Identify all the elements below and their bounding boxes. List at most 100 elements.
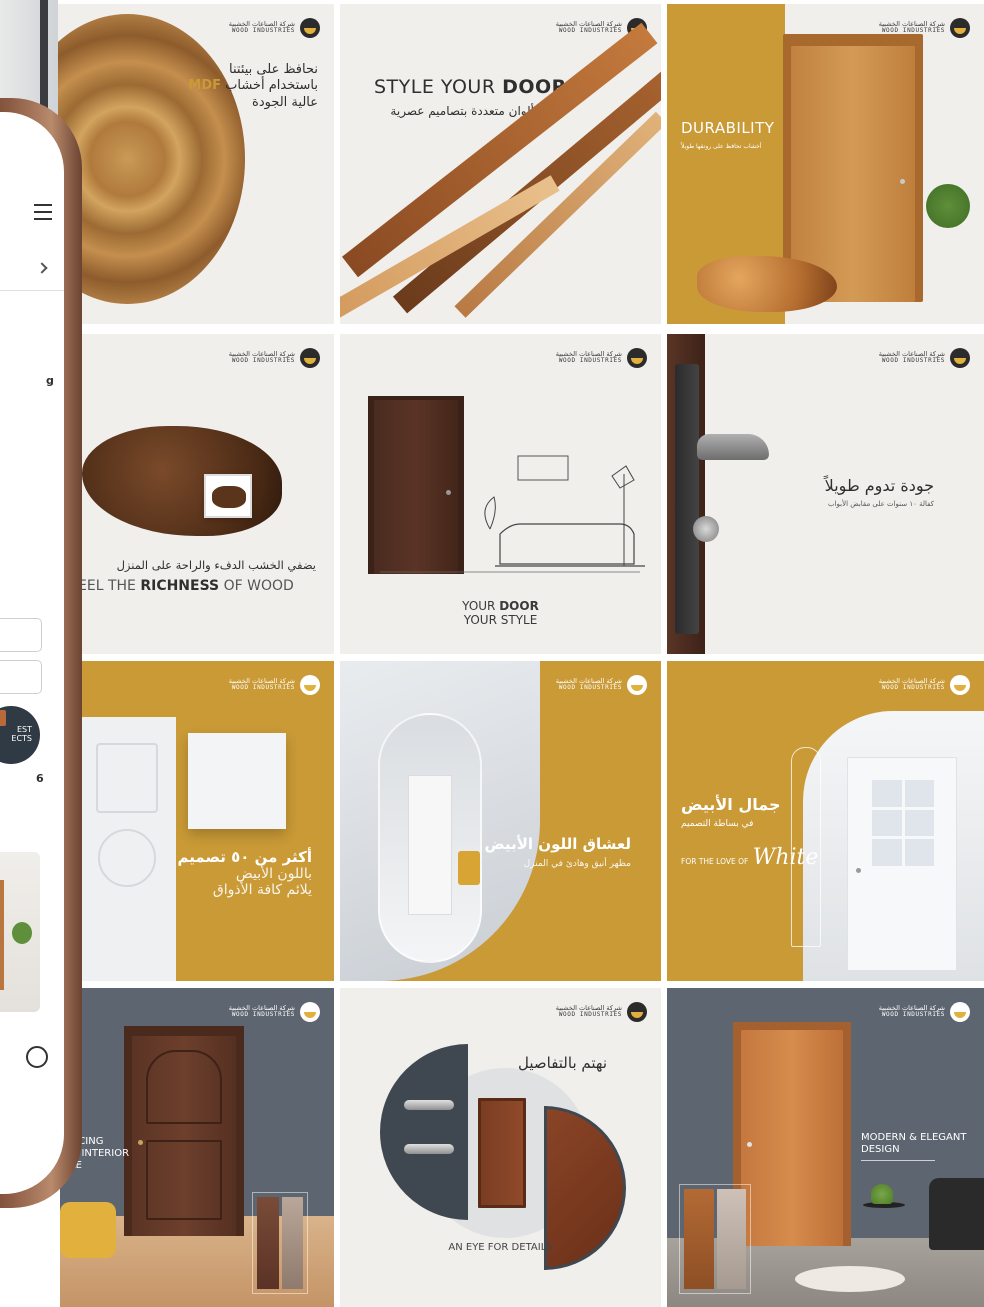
phone-text-fragment: g	[46, 374, 54, 387]
menu-icon[interactable]	[34, 204, 52, 206]
logo-icon	[950, 1002, 970, 1022]
chevron-right-icon[interactable]	[36, 262, 48, 274]
tile-style-your-door[interactable]: شركة الصناعات الخشبية WOOD INDUSTRIES STY…	[340, 4, 661, 324]
white-glass-door	[847, 757, 957, 971]
brand-name-en: WOOD INDUSTRIES	[881, 1011, 945, 1019]
logo-icon	[627, 675, 647, 695]
tile-long-lasting-quality[interactable]: شركة الصناعات الخشبية WOOD INDUSTRIES جود…	[667, 334, 984, 654]
brand-name-en: WOOD INDUSTRIES	[881, 357, 945, 365]
menu-icon[interactable]	[34, 211, 52, 213]
veneer-strip-1	[341, 22, 658, 278]
tile-wood-slice[interactable]: شركة الصناعات الخشبية WOOD INDUSTRIES نحا…	[40, 4, 334, 324]
brand-logo: شركة الصناعات الخشبية WOOD INDUSTRIES	[879, 1002, 970, 1022]
door-lever-icon	[404, 1100, 454, 1110]
half-circle-left	[380, 1044, 468, 1220]
logo-icon	[300, 675, 320, 695]
brand-name-en: WOOD INDUSTRIES	[558, 684, 622, 692]
brand-name-en: WOOD INDUSTRIES	[881, 684, 945, 692]
tile11-heading: نهتم بالتفاصيل	[518, 1054, 607, 1072]
logo-icon	[300, 1002, 320, 1022]
tile9-heading: جمال الأبيض	[681, 795, 781, 814]
door-lever-icon	[404, 1144, 454, 1154]
tile2-heading: STYLE YOUR DOOR	[374, 76, 567, 98]
tile9-white-script: White	[752, 845, 819, 870]
phone-circle-button[interactable]: EST ECTS	[0, 706, 40, 764]
tile12-caption: MODERN & ELEGANT DESIGN	[861, 1132, 967, 1155]
door-handle-icon	[138, 1140, 143, 1145]
tile7-line2: باللون الأبيض	[235, 866, 312, 883]
phone-circle-accent	[0, 710, 6, 726]
door-lever-icon	[697, 434, 769, 460]
tile9-subheading: في بساطة التصميم	[681, 819, 754, 829]
tile1-line3: عالية الجودة	[252, 94, 318, 110]
phone-text-fragment: 6	[36, 772, 44, 785]
tile4-caption-ar: يضفي الخشب الدفء والراحة على المنزل	[116, 558, 316, 572]
phone-circle-line2: ECTS	[11, 734, 32, 743]
tile1-line2-ar: باستخدام أخشاب	[225, 78, 318, 94]
door-sample-swatch	[188, 733, 286, 829]
tile-richness-of-wood[interactable]: شركة الصناعات الخشبية WOOD INDUSTRIES يضف…	[76, 334, 334, 654]
tile-durability[interactable]: شركة الصناعات الخشبية WOOD INDUSTRIES DUR…	[667, 4, 984, 324]
detail-door	[478, 1098, 526, 1208]
tile-enhancing-interior[interactable]: شركة الصناعات الخشبية WOOD INDUSTRIES ANC…	[60, 988, 334, 1307]
menu-icon[interactable]	[34, 218, 52, 220]
fur-rug-image	[795, 1266, 905, 1292]
plant-pot-image	[871, 1184, 893, 1204]
logo-icon	[300, 348, 320, 368]
tile3-heading: DURABILITY	[681, 119, 775, 137]
tile4-caption-en: EEL THE RICHNESS OF WOOD	[78, 578, 294, 594]
black-chair-image	[929, 1178, 984, 1250]
logo-icon	[950, 18, 970, 38]
tile9-love-of-white: FOR THE LOVE OF White	[681, 845, 818, 870]
tile-your-door-your-style[interactable]: شركة الصناعات الخشبية WOOD INDUSTRIES YOU…	[340, 334, 661, 654]
wood-sample-swatches	[252, 1192, 308, 1294]
tile4-caption-pre: EEL THE	[78, 578, 141, 594]
brand-name-en: WOOD INDUSTRIES	[231, 27, 295, 35]
classic-wood-door	[132, 1036, 236, 1236]
modern-wood-door	[741, 1030, 843, 1246]
phone-screen: g EST ECTS 6	[0, 112, 64, 1194]
tile-beauty-of-white[interactable]: شركة الصناعات الخشبية WOOD INDUSTRIES جما…	[667, 661, 984, 981]
lock-knob-icon	[693, 516, 719, 542]
lock-plate	[675, 364, 699, 634]
brand-logo: شركة الصناعات الخشبية WOOD INDUSTRIES	[229, 1002, 320, 1022]
phone-nav-icon[interactable]	[26, 1046, 48, 1068]
tile2-heading-light: STYLE YOUR	[374, 76, 503, 98]
tile8-heading: لعشاق اللون الأبيض	[484, 835, 631, 853]
plant-image	[926, 184, 970, 228]
tile4-caption-post: OF WOOD	[219, 578, 294, 594]
brand-name-en: WOOD INDUSTRIES	[231, 684, 295, 692]
door-handle-icon	[900, 179, 906, 185]
brand-logo: شركة الصناعات الخشبية WOOD INDUSTRIES	[229, 18, 320, 38]
brand-logo: شركة الصناعات الخشبية WOOD INDUSTRIES	[879, 675, 970, 695]
tile3-subheading: أخشاب تحافظ على رونقها طويلاً	[681, 143, 762, 150]
brand-name-en: WOOD INDUSTRIES	[558, 27, 622, 35]
brand-name-en: WOOD INDUSTRIES	[558, 1011, 622, 1019]
logo-icon	[950, 675, 970, 695]
logo-icon	[300, 18, 320, 38]
tile-50-designs[interactable]: شركة الصناعات الخشبية WOOD INDUSTRIES أكث…	[80, 661, 334, 981]
driftwood-inset	[204, 474, 252, 518]
brand-name-en: WOOD INDUSTRIES	[231, 1011, 295, 1019]
post-grid: شركة الصناعات الخشبية WOOD INDUSTRIES نحا…	[0, 0, 984, 1307]
tile5-line1-bold: DOOR	[499, 599, 539, 613]
logo-icon	[627, 1002, 647, 1022]
wood-sample-swatches	[679, 1184, 751, 1294]
tile-eye-for-details[interactable]: شركة الصناعات الخشبية WOOD INDUSTRIES نهت…	[340, 988, 661, 1307]
tile12-line2: DESIGN	[861, 1143, 900, 1155]
tile1-line1: نحافظ على بيئتنا	[229, 62, 318, 77]
phone-input-field[interactable]	[0, 618, 42, 652]
tile-white-lovers[interactable]: شركة الصناعات الخشبية WOOD INDUSTRIES لعش…	[340, 661, 661, 981]
yellow-armchair-image	[60, 1202, 116, 1258]
brand-logo: شركة الصناعات الخشبية WOOD INDUSTRIES	[556, 675, 647, 695]
door-handle-icon	[856, 868, 861, 874]
yellow-chair-image	[458, 851, 480, 885]
tile-modern-elegant[interactable]: شركة الصناعات الخشبية WOOD INDUSTRIES MOD…	[667, 988, 984, 1307]
phone-post-thumbnail[interactable]	[0, 852, 40, 1012]
phone-input-field[interactable]	[0, 660, 42, 694]
tile4-caption-bold: RICHNESS	[140, 578, 220, 594]
tile5-line1-light: YOUR	[462, 599, 500, 613]
tile9-love-of: FOR THE LOVE OF	[681, 857, 749, 866]
oval-mirror-frame	[378, 713, 482, 963]
logo-icon	[950, 348, 970, 368]
